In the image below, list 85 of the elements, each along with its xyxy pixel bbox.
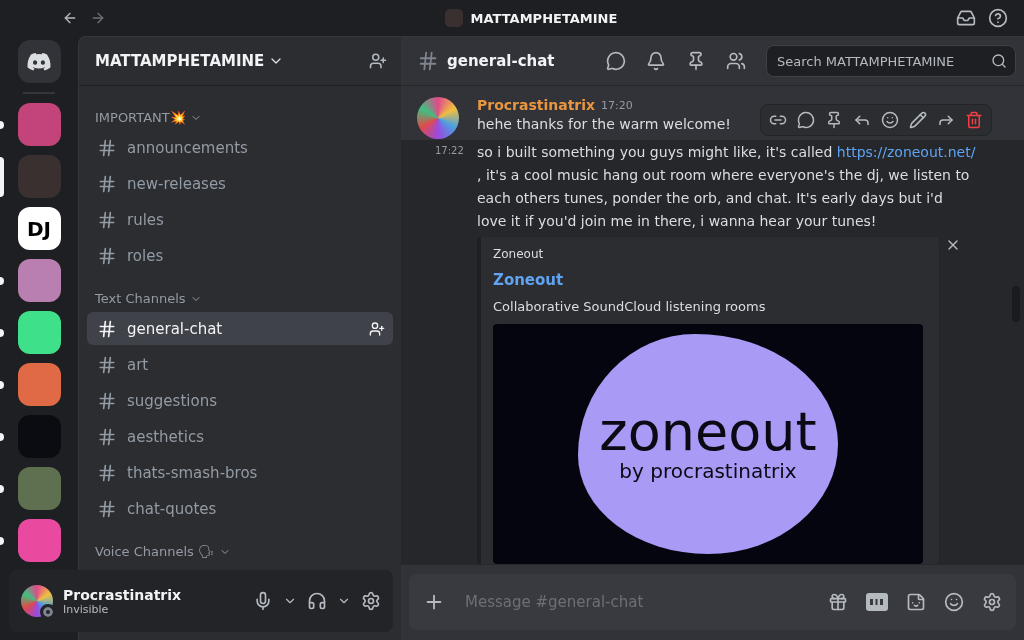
home-button[interactable] [17, 40, 61, 83]
search-field[interactable]: Search MATTAMPHETAMINE [775, 52, 985, 70]
hash-icon [417, 50, 439, 72]
embed-description: Collaborative SoundCloud listening rooms [493, 299, 767, 314]
server-icon[interactable] [17, 259, 61, 302]
logo-subtitle: by procrastinatrix [619, 459, 797, 483]
inbox-button[interactable] [956, 8, 976, 28]
settings-button[interactable] [361, 591, 381, 611]
channel-name: roles [127, 246, 165, 265]
channel-name: general-chat [127, 319, 224, 338]
channel-name: art [127, 355, 150, 374]
search-box[interactable]: Search MATTAMPHETAMINE [766, 45, 1016, 77]
channel-item[interactable]: announcements [87, 131, 393, 164]
message-text: so i built something you guys might like, it's called https://zoneout.net/ , it's a cool music hang out room where everyone's the dj, we listen to each others tunes, ponder the orb, and chat. It's early days but i'd love it if you'd join me in there, i wanna hear your tunes! [477, 143, 976, 231]
hash-icon [97, 390, 117, 411]
sticker-button[interactable] [906, 592, 926, 612]
help-button[interactable] [988, 8, 1008, 28]
message-text: hehe thanks for the warm welcome! [477, 115, 731, 134]
emoji-button[interactable] [944, 592, 964, 612]
message-link[interactable]: https://zoneout.net/ [836, 144, 976, 160]
window-title: MATTAMPHETAMINE [470, 10, 618, 26]
user-name: Procrastinatrix [63, 586, 183, 603]
server-name[interactable]: MATTAMPHETAMINE [95, 52, 265, 70]
hash-icon [97, 426, 117, 447]
channel-name: new-releases [127, 174, 227, 193]
channel-name: thats-smash-bros [127, 463, 259, 482]
category-name[interactable]: Voice Channels 🗣 [95, 544, 215, 559]
search-icon [991, 53, 1007, 69]
headphones-button[interactable] [307, 591, 327, 611]
channel-item[interactable]: thats-smash-bros [87, 456, 393, 489]
gif-button[interactable] [866, 593, 888, 611]
threads-button[interactable] [606, 51, 626, 71]
message-input[interactable]: Message #general-chat [463, 592, 810, 612]
microphone-button[interactable] [253, 591, 273, 611]
server-icon[interactable] [17, 363, 61, 406]
pin-button[interactable] [686, 51, 706, 71]
channel-name: chat-quotes [127, 499, 218, 518]
gift-button[interactable] [828, 592, 848, 612]
channel-item[interactable]: suggestions [87, 384, 393, 417]
status-icon [40, 604, 56, 620]
channel-name: announcements [127, 138, 249, 157]
channel-item[interactable]: new-releases [87, 167, 393, 200]
channel-name: aesthetics [127, 427, 205, 446]
hash-icon [97, 498, 117, 519]
edit-button[interactable] [907, 109, 929, 131]
logo-text: zoneout [599, 405, 817, 459]
forward-button[interactable] [90, 10, 106, 26]
hash-icon [97, 318, 117, 339]
embed-provider: Zoneout [493, 247, 545, 261]
members-button[interactable] [726, 51, 746, 71]
server-icon [444, 9, 463, 27]
hash-icon [97, 245, 117, 266]
channel-item[interactable]: roles [87, 239, 393, 272]
emoji-button[interactable] [879, 109, 901, 131]
hash-icon [97, 173, 117, 194]
category-name[interactable]: IMPORTANT💥 [95, 110, 186, 125]
channel-name: suggestions [127, 391, 218, 410]
embed-title[interactable]: Zoneout [493, 271, 923, 289]
invite-icon [369, 320, 385, 337]
server-icon[interactable] [17, 311, 61, 354]
channel-item[interactable]: general-chat [87, 312, 393, 345]
hash-icon [97, 462, 117, 483]
message-time: 17:20 [601, 98, 633, 112]
server-icon[interactable] [17, 519, 61, 562]
server-icon[interactable]: DJ [17, 207, 61, 250]
back-button[interactable] [62, 10, 78, 26]
hash-icon [97, 209, 117, 230]
category-name[interactable]: Text Channels [95, 291, 186, 306]
hash-icon [97, 137, 117, 158]
gif-icon [869, 598, 885, 606]
notifications-button[interactable] [646, 51, 666, 71]
message-time: 17:22 [434, 144, 464, 158]
channel-item[interactable]: art [87, 348, 393, 381]
channel-name: rules [127, 210, 165, 229]
author-avatar [417, 97, 459, 139]
hash-icon [97, 354, 117, 375]
channel-item[interactable]: rules [87, 203, 393, 236]
channel-item[interactable]: chat-quotes [87, 492, 393, 525]
invite-button[interactable] [369, 52, 387, 70]
discord-logo-icon [27, 52, 51, 71]
react-button[interactable] [795, 109, 817, 131]
user-status: Invisible [63, 602, 110, 616]
channel-title: general-chat [447, 52, 555, 70]
channel-item[interactable]: aesthetics [87, 420, 393, 453]
author-name[interactable]: Procrastinatrix [477, 97, 596, 113]
